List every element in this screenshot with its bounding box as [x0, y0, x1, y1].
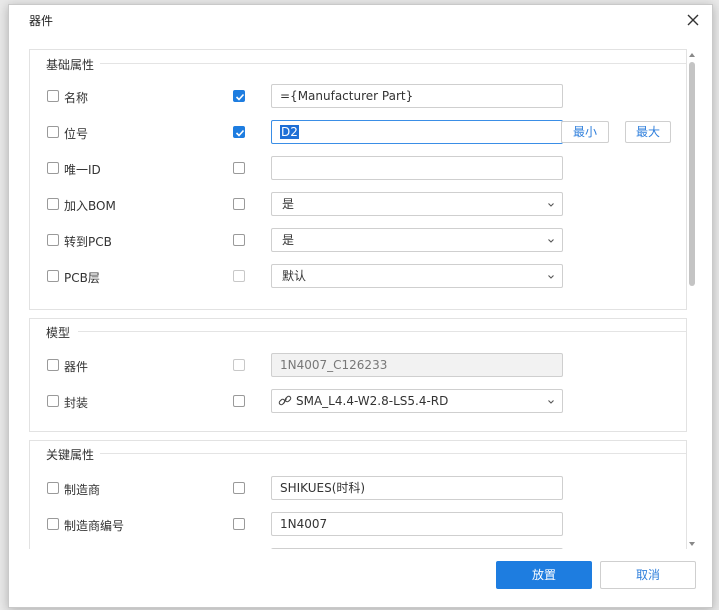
- modify-checkbox[interactable]: [233, 395, 245, 407]
- row-checkbox[interactable]: [47, 162, 59, 174]
- row-add-bom: 加入BOM 是: [30, 192, 686, 216]
- row-checkbox[interactable]: [47, 234, 59, 246]
- row-label: PCB层: [64, 271, 100, 285]
- model-section: 模型 器件 1N4007_C126233 封装 SMA_L4.4-W2.8-LS…: [29, 318, 687, 432]
- scroll-thumb[interactable]: [689, 62, 695, 286]
- select-value: 默认: [282, 269, 307, 283]
- row-label: 转到PCB: [64, 235, 112, 249]
- row-designator: 位号 D2 最小 最大: [30, 120, 686, 144]
- device-input: 1N4007_C126233: [271, 353, 563, 377]
- row-label: 制造商: [64, 483, 101, 497]
- section-divider: [100, 453, 686, 454]
- check-icon: [235, 129, 245, 137]
- check-icon: [235, 93, 245, 101]
- dialog-title: 器件: [29, 14, 54, 28]
- link-icon: [278, 395, 292, 406]
- row-label: 器件: [64, 360, 89, 374]
- chevron-down-icon: [548, 400, 554, 404]
- close-button[interactable]: [682, 9, 704, 31]
- select-value: 是: [282, 233, 295, 247]
- row-convert-pcb: 转到PCB 是: [30, 228, 686, 252]
- add-bom-select[interactable]: 是: [271, 192, 563, 216]
- min-button[interactable]: 最小: [561, 121, 609, 143]
- name-input[interactable]: ={Manufacturer Part}: [271, 84, 563, 108]
- convert-pcb-select[interactable]: 是: [271, 228, 563, 252]
- modify-checkbox[interactable]: [233, 162, 245, 174]
- scroll-down-icon[interactable]: [689, 542, 695, 546]
- modify-checkbox[interactable]: [233, 198, 245, 210]
- close-icon: [687, 14, 699, 26]
- modify-checkbox[interactable]: [233, 270, 245, 282]
- row-name: 名称 ={Manufacturer Part}: [30, 84, 686, 108]
- modify-checkbox[interactable]: [233, 518, 245, 530]
- section-title-model: 模型: [46, 326, 71, 340]
- row-label: 位号: [64, 127, 89, 141]
- modify-checkbox[interactable]: [233, 90, 245, 102]
- manufacturer-input[interactable]: SHIKUES(时科): [271, 476, 563, 500]
- row-checkbox[interactable]: [47, 90, 59, 102]
- vertical-scrollbar[interactable]: [688, 52, 696, 548]
- basic-properties-section: 基础属性 名称 ={Manufacturer Part} 位号 D2 最小 最大: [29, 49, 687, 310]
- row-checkbox[interactable]: [47, 518, 59, 530]
- section-divider: [100, 63, 686, 64]
- cancel-button[interactable]: 取消: [600, 561, 696, 589]
- section-title-basic: 基础属性: [46, 58, 95, 72]
- next-field-partial[interactable]: [271, 548, 563, 549]
- manufacturer-part-input[interactable]: 1N4007: [271, 512, 563, 536]
- pcb-layer-select[interactable]: 默认: [271, 264, 563, 288]
- row-checkbox[interactable]: [47, 270, 59, 282]
- modify-checkbox[interactable]: [233, 126, 245, 138]
- title-bar: 器件: [9, 5, 712, 33]
- modify-checkbox[interactable]: [233, 359, 245, 371]
- chevron-down-icon: [548, 203, 554, 207]
- row-checkbox[interactable]: [47, 198, 59, 210]
- select-value: 是: [282, 197, 295, 211]
- row-pcb-layer: PCB层 默认: [30, 264, 686, 288]
- chevron-down-icon: [548, 239, 554, 243]
- row-device: 器件 1N4007_C126233: [30, 353, 686, 377]
- row-label: 名称: [64, 91, 89, 105]
- place-button[interactable]: 放置: [496, 561, 592, 589]
- properties-scroll-area: 基础属性 名称 ={Manufacturer Part} 位号 D2 最小 最大: [9, 49, 712, 549]
- row-label: 制造商编号: [64, 519, 125, 533]
- modify-checkbox[interactable]: [233, 234, 245, 246]
- selected-text: D2: [280, 125, 299, 139]
- row-checkbox[interactable]: [47, 482, 59, 494]
- key-properties-section: 关键属性 制造商 SHIKUES(时科) 制造商编号 1N4007: [29, 440, 687, 549]
- dialog-footer: 放置 取消: [9, 553, 712, 607]
- row-label: 唯一ID: [64, 163, 101, 177]
- row-footprint: 封装 SMA_L4.4-W2.8-LS5.4-RD: [30, 389, 686, 413]
- row-checkbox[interactable]: [47, 395, 59, 407]
- row-next-partial: [30, 548, 686, 549]
- row-checkbox[interactable]: [47, 359, 59, 371]
- max-button[interactable]: 最大: [625, 121, 671, 143]
- chevron-down-icon: [548, 275, 554, 279]
- row-checkbox[interactable]: [47, 126, 59, 138]
- designator-input[interactable]: D2: [271, 120, 563, 144]
- row-label: 加入BOM: [64, 199, 116, 213]
- component-dialog: 器件 基础属性 名称 ={Manufacturer Part} 位号 D2 最小…: [8, 4, 713, 608]
- section-divider: [78, 331, 686, 332]
- modify-checkbox[interactable]: [233, 482, 245, 494]
- section-title-key: 关键属性: [46, 448, 95, 462]
- row-manufacturer: 制造商 SHIKUES(时科): [30, 476, 686, 500]
- unique-id-input[interactable]: [271, 156, 563, 180]
- row-manufacturer-part: 制造商编号 1N4007: [30, 512, 686, 536]
- scroll-up-icon[interactable]: [689, 53, 695, 57]
- row-label: 封装: [64, 396, 89, 410]
- row-unique-id: 唯一ID: [30, 156, 686, 180]
- select-value: SMA_L4.4-W2.8-LS5.4-RD: [296, 394, 449, 408]
- footprint-select[interactable]: SMA_L4.4-W2.8-LS5.4-RD: [271, 389, 563, 413]
